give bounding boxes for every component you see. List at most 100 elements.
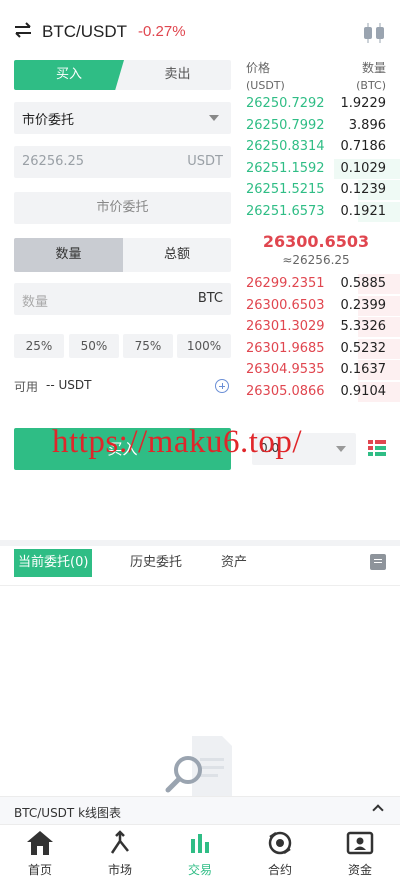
ask-row[interactable]: 26301.3029 5.3326: [246, 317, 400, 338]
ask-quantity: 0.9104: [340, 384, 387, 399]
ask-row[interactable]: 26304.9535 0.1637: [246, 360, 400, 381]
bid-price: 26250.8314: [246, 139, 325, 155]
add-circle-icon[interactable]: [215, 379, 229, 393]
nav-home-label: 首页: [27, 863, 52, 876]
ask-quantity: 0.2399: [340, 297, 387, 313]
header: BTC/USDT -0.27%: [0, 0, 400, 60]
ask-row[interactable]: 26300.6503 0.2399: [246, 295, 400, 316]
last-price: 26300.6503: [262, 232, 370, 251]
chevron-up-icon[interactable]: [372, 804, 384, 816]
bid-price: 26251.5215: [246, 182, 325, 198]
price-unit: USDT: [187, 154, 223, 169]
quantity-input[interactable]: 数量 BTC: [14, 283, 231, 315]
nav-trade[interactable]: 交易: [160, 829, 240, 876]
home-icon: [27, 831, 53, 855]
price-change: -0.27%: [138, 23, 186, 40]
quantity-placeholder: 数量: [22, 295, 49, 310]
caret-down-icon: [336, 446, 346, 452]
ask-quantity: 0.5232: [340, 340, 387, 356]
tab-assets[interactable]: 资产: [221, 549, 247, 577]
orders-list-icon[interactable]: [370, 554, 386, 570]
bid-quantity: 1.9229: [340, 96, 387, 111]
nav-home[interactable]: 首页: [0, 829, 80, 876]
ask-quantity: 5.3326: [340, 319, 387, 335]
nav-market-label: 市场: [107, 863, 132, 876]
bid-quantity: 0.7186: [340, 139, 387, 155]
bid-row[interactable]: 26251.1592 0.1029: [246, 158, 400, 179]
bid-price: 26251.1592: [246, 160, 325, 176]
quantity-total-tabs: 数量 总额: [14, 238, 231, 272]
tab-current-orders[interactable]: 当前委托(0): [14, 549, 93, 577]
price-value: 26256.25: [22, 154, 85, 169]
price-header: 价格: [246, 61, 271, 75]
kline-label: BTC/USDT k线图表: [14, 806, 122, 820]
nav-funds-label: 资金: [347, 863, 372, 876]
bid-row[interactable]: 26251.6573 0.1921: [246, 202, 400, 222]
percent-50-button[interactable]: 50%: [69, 334, 119, 358]
bid-row[interactable]: 26250.8314 0.7186: [246, 137, 386, 157]
pair-title[interactable]: BTC/USDT: [42, 22, 127, 42]
available-label: 可用: [14, 380, 39, 394]
percent-75-button[interactable]: 75%: [123, 334, 173, 358]
orders-tabs: 当前委托(0) 历史委托 资产: [0, 546, 400, 586]
ask-price: 26299.2351: [246, 276, 325, 291]
bid-quantity: 3.896: [348, 117, 386, 133]
ask-price: 26301.9685: [246, 340, 325, 356]
ask-price: 26305.0866: [246, 384, 325, 399]
nav-market[interactable]: 市场: [80, 829, 160, 876]
ask-price: 26301.3029: [246, 319, 325, 335]
nav-contract[interactable]: 合约: [240, 829, 320, 876]
tab-order-history[interactable]: 历史委托: [130, 549, 182, 577]
empty-search-icon: [165, 736, 232, 798]
ask-price: 26300.6503: [246, 297, 325, 313]
kline-chart-bar[interactable]: BTC/USDT k线图表: [0, 796, 400, 824]
available-row: 可用 -- USDT: [14, 378, 231, 396]
bid-price: 26251.6573: [246, 204, 325, 219]
order-type-select[interactable]: 市价委托: [14, 102, 231, 134]
tab-quantity[interactable]: 数量: [14, 238, 123, 272]
quantity-header: 数量: [361, 61, 386, 75]
caret-down-icon: [209, 115, 219, 121]
bid-quantity: 0.1239: [340, 182, 387, 198]
watermark-url: https://maku6.top/: [52, 424, 303, 460]
percent-row: 25% 50% 75% 100%: [14, 334, 231, 358]
tab-total[interactable]: 总额: [123, 238, 231, 272]
trade-icon: [191, 834, 209, 853]
ask-quantity: 0.1637: [340, 362, 387, 378]
percent-100-button[interactable]: 100%: [177, 334, 231, 358]
ask-row[interactable]: 26299.2351 0.5885: [246, 274, 400, 294]
swap-arrows-icon[interactable]: [14, 22, 32, 38]
bid-price: 26250.7292: [246, 96, 325, 111]
bid-price: 26250.7992: [246, 117, 325, 133]
bid-row[interactable]: 26250.7292 1.9229: [246, 94, 386, 114]
nav-contract-label: 合约: [267, 863, 292, 876]
bottom-nav: 首页 市场 交易 合约 资金: [0, 824, 400, 876]
tab-buy[interactable]: 买入: [14, 60, 124, 90]
market-icon: [110, 830, 129, 854]
last-price-ref: ≈26256.25: [282, 253, 350, 267]
bid-quantity: 0.1029: [340, 160, 387, 176]
nav-funds[interactable]: 资金: [320, 829, 400, 876]
funds-icon: [346, 831, 374, 855]
buy-sell-tabs: 买入 卖出: [14, 60, 231, 90]
available-value: -- USDT: [46, 378, 92, 392]
bid-row[interactable]: 26250.7992 3.896: [246, 116, 386, 136]
price-field[interactable]: 26256.25 USDT: [14, 146, 231, 178]
orderbook-layout-icon[interactable]: [368, 440, 386, 456]
contract-icon: [268, 831, 292, 855]
ask-row[interactable]: 26301.9685 0.5232: [246, 338, 400, 359]
percent-25-button[interactable]: 25%: [14, 334, 64, 358]
nav-trade-label: 交易: [187, 863, 212, 876]
candlestick-icon[interactable]: [362, 22, 386, 44]
bid-row[interactable]: 26251.5215 0.1239: [246, 180, 400, 201]
ask-price: 26304.9535: [246, 362, 325, 378]
quantity-unit: BTC: [197, 291, 223, 306]
order-type-value: 市价委托: [22, 113, 75, 128]
ask-quantity: 0.5885: [340, 276, 387, 291]
ask-row[interactable]: 26305.0866 0.9104: [246, 382, 400, 402]
price-unit-header: (USDT): [246, 79, 285, 92]
tab-sell[interactable]: 卖出: [124, 60, 231, 90]
bid-quantity: 0.1921: [340, 204, 387, 219]
market-order-button[interactable]: 市价委托: [14, 192, 231, 224]
quantity-unit-header: (BTC): [356, 79, 386, 92]
